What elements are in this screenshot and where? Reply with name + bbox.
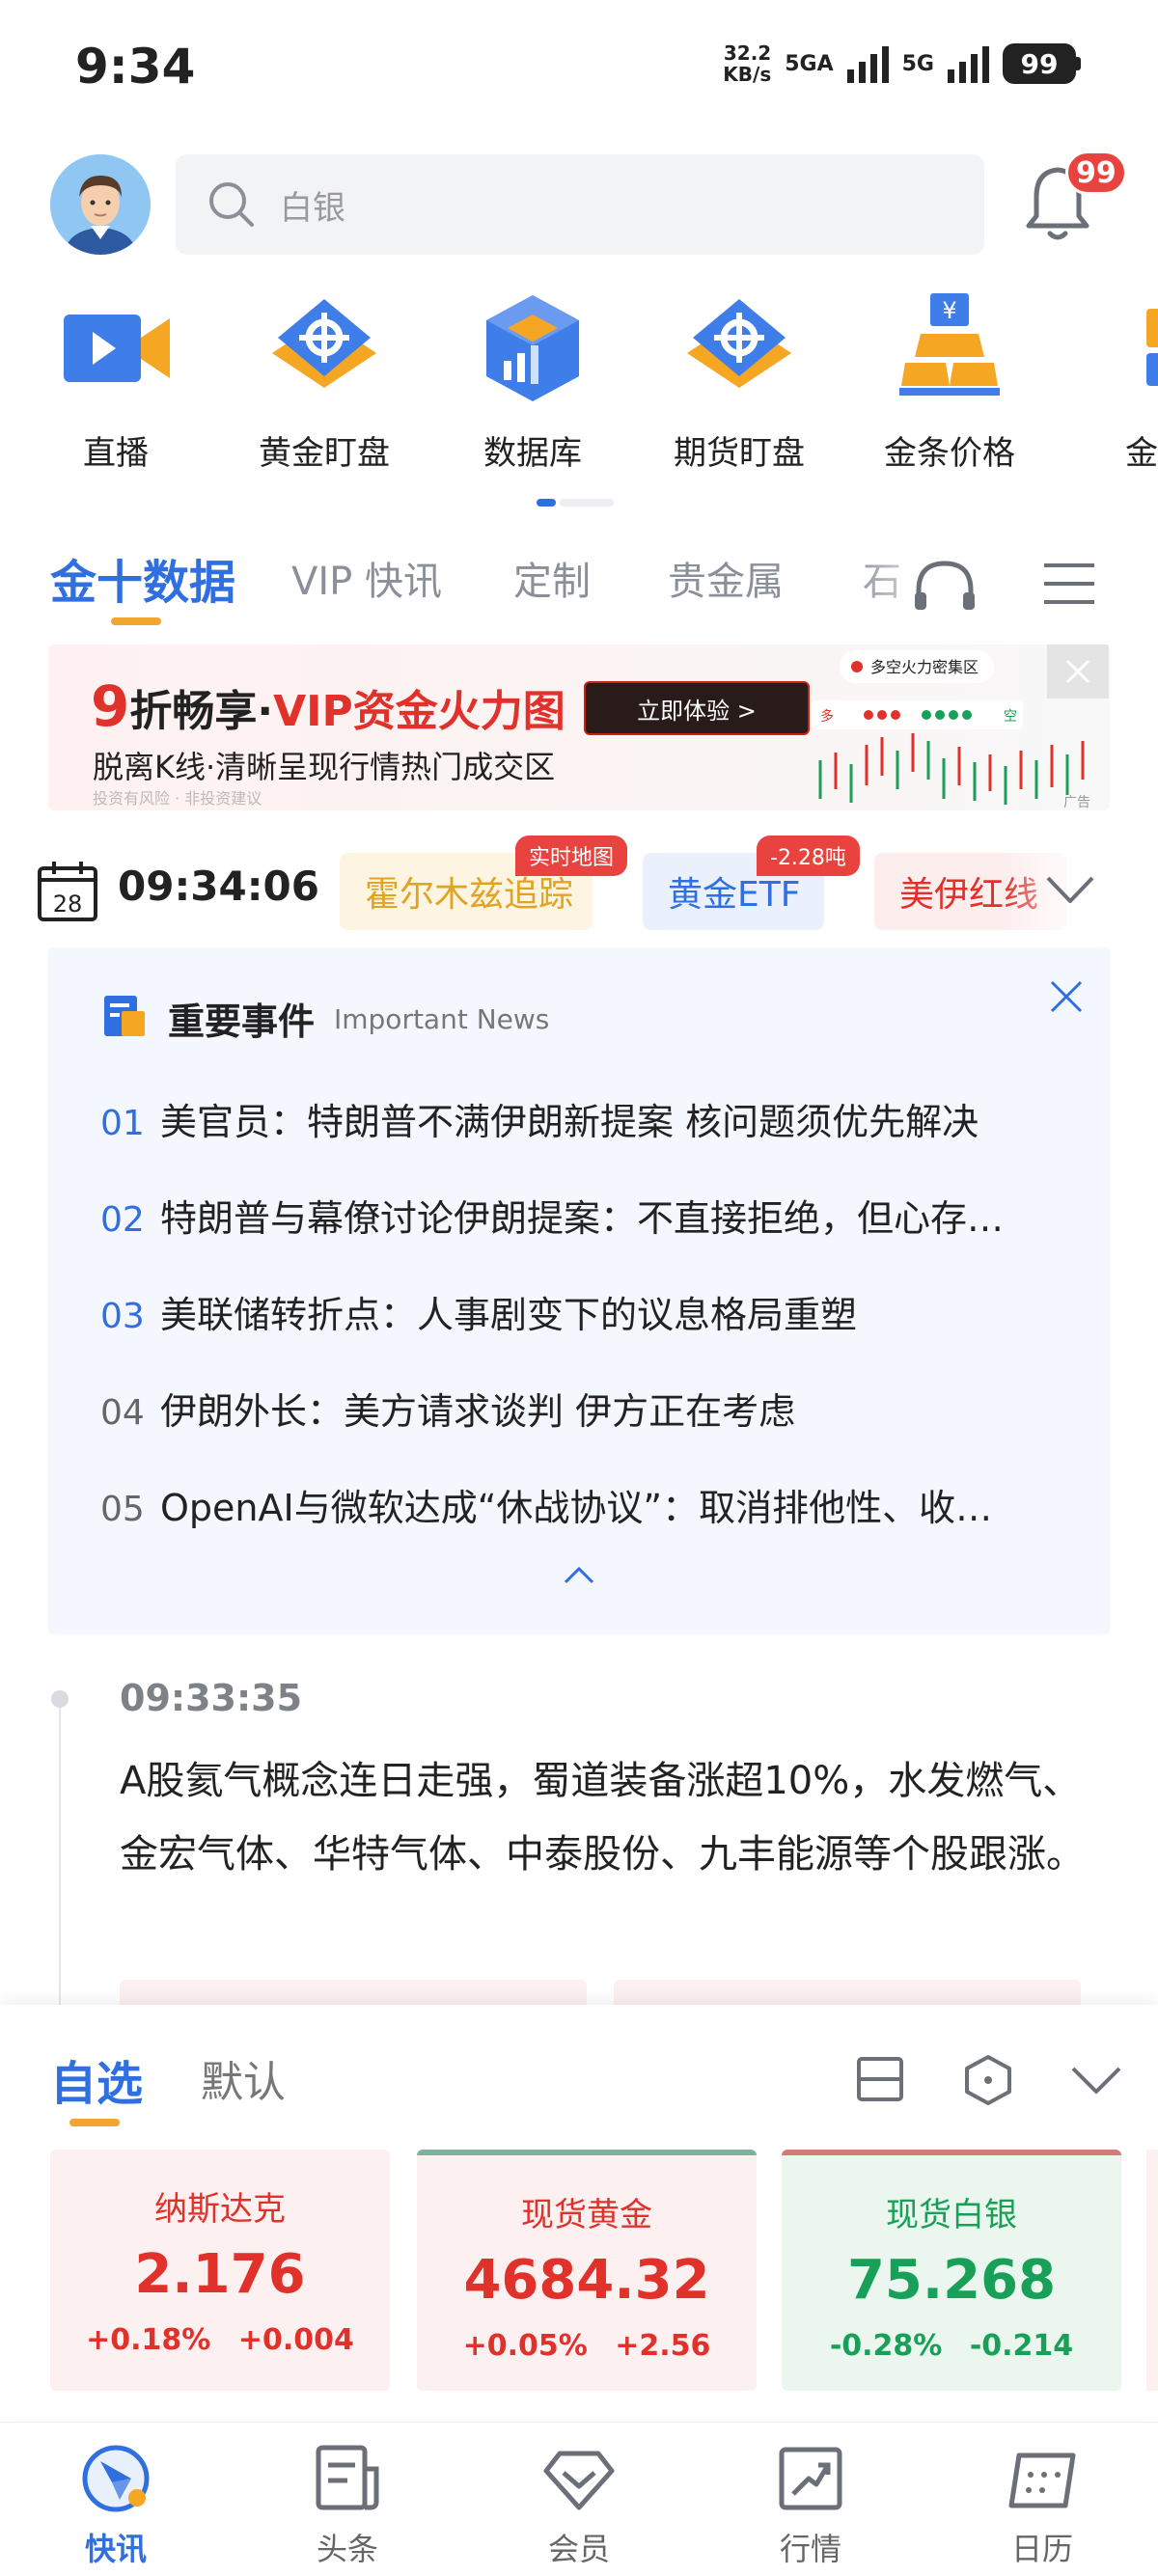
calendar-icon[interactable]: 28 [37, 859, 98, 922]
nav-calendar[interactable]: 日历 [965, 2440, 1119, 2569]
gold-bar-icon: ¥ [899, 293, 1000, 396]
search-bar[interactable]: 白银 [176, 154, 984, 255]
chevron-down-icon[interactable] [1044, 872, 1096, 907]
calendar-day: 28 [53, 891, 83, 918]
member-diamond-icon [543, 2451, 615, 2510]
topic-badge-hormuz: 实时地图 [515, 836, 628, 876]
quick-label-database: 数据库 [483, 434, 582, 473]
quote-card-next-peek[interactable] [1146, 2150, 1158, 2391]
network-speed: 32.2 KB/s [723, 41, 772, 86]
nav-member[interactable]: 会员 [502, 2440, 656, 2569]
watchlist-tab-default[interactable]: 默认 [201, 2047, 286, 2109]
svg-text:¥: ¥ [942, 297, 956, 324]
ad-tag: 广告 [1063, 795, 1090, 810]
search-placeholder: 白银 [280, 188, 345, 228]
headset-icon[interactable] [911, 556, 979, 614]
close-icon[interactable] [1046, 976, 1087, 1017]
news-section-title: 重要事件 [168, 1000, 316, 1043]
news-item[interactable]: 01 美官员：特朗普不满伊朗新提案 核问题须优先解决 [100, 1092, 1075, 1145]
signal-strength-icon [846, 44, 889, 83]
market-chart-icon [779, 2447, 842, 2510]
notification-badge: 99 [1065, 151, 1127, 195]
banner-headline: 9折畅享·VIP资金火力图 [91, 673, 565, 739]
close-icon [1065, 659, 1090, 684]
banner-close-button[interactable] [1047, 644, 1109, 699]
user-avatar[interactable] [50, 154, 151, 255]
menu-icon[interactable] [1042, 560, 1096, 608]
quick-item-database[interactable]: 数据库 [436, 289, 629, 474]
chevron-down-icon[interactable] [1069, 2053, 1123, 2105]
gold-watch-icon [272, 299, 376, 388]
settings-hexagon-icon[interactable] [961, 2053, 1015, 2105]
calendar-icon [1008, 2453, 1076, 2508]
live-video-icon [64, 315, 170, 382]
news-item[interactable]: 04 伊朗外长：美方请求谈判 伊方正在考虑 [100, 1382, 1075, 1435]
timeline-line [59, 1698, 61, 2007]
futures-watch-icon [687, 299, 791, 388]
nav-flash-news[interactable]: 快讯 [39, 2440, 193, 2569]
quick-label-gold-bar: 金条价格 [884, 434, 1015, 473]
database-cube-icon [486, 295, 579, 401]
chevron-up-icon[interactable] [560, 1561, 598, 1590]
banner-disclaimer: 投资有风险 · 非投资建议 [93, 789, 262, 808]
topic-badge-gold-etf: -2.28吨 [757, 836, 860, 876]
tab-precious-metals[interactable]: 贵金属 [668, 550, 784, 606]
network-type-5ga: 5GA [785, 51, 834, 76]
network-type-5g: 5G [901, 51, 934, 76]
page-indicator [537, 499, 614, 507]
signal-strength-icon-2 [948, 44, 989, 83]
quick-menu: 直播 黄金盯盘 数据库 期货盯盘 ¥ 金条价格 金 [0, 289, 1158, 482]
tab-jin10[interactable]: 金十数据 [50, 544, 235, 612]
quick-item-gold-watch[interactable]: 黄金盯盘 [228, 289, 421, 474]
important-news-card: 重要事件 Important News 01 美官员：特朗普不满伊朗新提案 核问题… [48, 947, 1110, 1634]
watchlist-panel: 自选 默认 纳斯达克 2.176 +0.18% +0.004 现货黄金 4684… [0, 2005, 1158, 2420]
headlines-icon [316, 2445, 379, 2510]
watchlist-tab-favorites[interactable]: 自选 [50, 2045, 143, 2113]
quote-card-spot-silver[interactable]: 现货白银 75.268 -0.28% -0.214 [782, 2150, 1121, 2391]
svg-text:多: 多 [820, 708, 834, 725]
timeline-dot [51, 1690, 69, 1708]
active-tab-indicator [111, 617, 161, 625]
news-item[interactable]: 02 特朗普与幕僚讨论伊朗提案：不直接拒绝，但心存… [100, 1189, 1075, 1242]
status-time: 9:34 [75, 39, 196, 95]
status-bar: 9:34 32.2 KB/s 5GA 5G 99 [0, 0, 1158, 135]
vip-banner-ad[interactable]: 9折畅享·VIP资金火力图 立即体验 > 脱离K线·清晰呈现行情热门成交区 投资… [48, 644, 1110, 810]
news-item[interactable]: 03 美联储转折点：人事剧变下的议息格局重塑 [100, 1285, 1075, 1338]
quick-label-gold-silver: 金银 [1125, 434, 1158, 473]
layout-toggle-icon[interactable] [853, 2053, 907, 2105]
tab-custom[interactable]: 定制 [513, 550, 591, 606]
quick-item-gold-silver[interactable]: AU 金银 [1062, 289, 1158, 474]
category-tabs: 金十数据 VIP 快讯 定制 贵金属 石 [0, 540, 1158, 637]
quick-item-gold-bar[interactable]: ¥ 金条价格 [853, 289, 1046, 474]
gold-silver-icon: AU [1146, 309, 1158, 386]
search-icon [209, 182, 254, 227]
battery-level: 99 [1003, 43, 1076, 84]
banner-try-button[interactable]: 立即体验 > [584, 681, 810, 735]
quick-label-live: 直播 [83, 434, 149, 473]
status-indicators: 32.2 KB/s 5GA 5G 99 [723, 42, 1081, 85]
feed-item-text[interactable]: A股氦气概念连日走强，蜀道装备涨超10%，水发燃气、金宏气体、华特气体、中泰股份… [120, 1744, 1085, 1891]
nav-headlines[interactable]: 头条 [270, 2440, 425, 2569]
bottom-nav: 快讯 头条 会员 行情 日历 [0, 2422, 1158, 2576]
tab-vip-flash[interactable]: VIP 快讯 [291, 550, 442, 606]
quick-item-futures-watch[interactable]: 期货盯盘 [643, 289, 836, 474]
news-section-subtitle: Important News [334, 1003, 550, 1035]
svg-text:多空火力密集区: 多空火力密集区 [870, 658, 979, 676]
battery-icon: 99 [1003, 43, 1081, 84]
topic-bar: 28 09:34:06 霍尔木兹追踪 实时地图 黄金ETF -2.28吨 美伊红… [0, 830, 1158, 945]
quote-card-nasdaq[interactable]: 纳斯达克 2.176 +0.18% +0.004 [50, 2150, 390, 2391]
news-icon [104, 996, 145, 1036]
quick-label-futures-watch: 期货盯盘 [674, 434, 805, 473]
svg-text:空: 空 [1004, 709, 1017, 725]
flash-news-icon [82, 2445, 150, 2512]
quick-label-gold-watch: 黄金盯盘 [259, 434, 390, 473]
quote-card-spot-gold[interactable]: 现货黄金 4684.32 +0.05% +2.56 [417, 2150, 757, 2391]
news-item[interactable]: 05 OpenAI与微软达成“休战协议”：取消排他性、收… [100, 1478, 1075, 1531]
quick-item-live[interactable]: 直播 [19, 289, 212, 474]
live-clock: 09:34:06 [118, 863, 319, 910]
watchlist-tab-indicator [69, 2119, 120, 2126]
feed-item-time: 09:33:35 [120, 1677, 303, 1719]
banner-subtitle: 脱离K线·清晰呈现行情热门成交区 [93, 749, 556, 785]
nav-market[interactable]: 行情 [733, 2440, 888, 2569]
